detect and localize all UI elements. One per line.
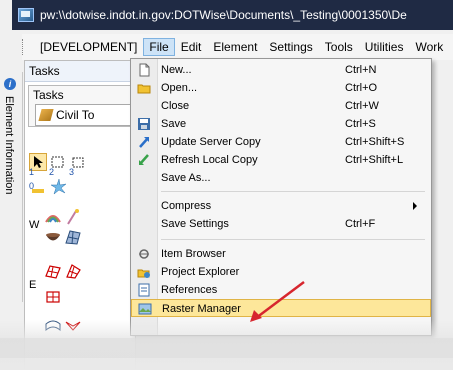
download-arrow-icon xyxy=(139,154,149,165)
menu-item-item-browser-label: Item Browser xyxy=(161,248,226,260)
spark-tool[interactable] xyxy=(49,177,67,195)
tool-label-3: 3 xyxy=(69,167,75,177)
menu-item-compress[interactable]: Compress xyxy=(131,197,431,215)
tasks-inner-group: Tasks Civil To xyxy=(28,85,134,127)
screenshot: pw:\\dotwise.indot.in.gov:DOTWise\Docume… xyxy=(0,0,453,370)
element-information-label: Element Information xyxy=(3,96,15,195)
info-icon: i xyxy=(4,78,16,90)
menu-item-close[interactable]: Close Ctrl+W xyxy=(131,97,431,115)
menu-tools[interactable]: Tools xyxy=(319,38,359,56)
menu-item-update-server-copy-shortcut: Ctrl+Shift+S xyxy=(345,136,405,148)
menu-separator xyxy=(161,239,425,240)
menu-utilities[interactable]: Utilities xyxy=(359,38,410,56)
menu-item-compress-label: Compress xyxy=(161,200,212,212)
raster-manager-icon xyxy=(138,303,152,315)
project-explorer-icon xyxy=(137,269,150,278)
civil-tools-icon xyxy=(38,109,54,121)
row-letter-w: W xyxy=(29,219,40,231)
bowl-tool[interactable] xyxy=(43,227,61,245)
menu-bar: [DEVELOPMENT] File Edit Element Settings… xyxy=(22,34,453,60)
tool-label-1: 1 xyxy=(29,167,35,177)
menu-item-references-label: References xyxy=(161,284,218,296)
menu-item-refresh-local-copy[interactable]: Refresh Local Copy Ctrl+Shift+L xyxy=(131,151,431,169)
menu-development[interactable]: [DEVELOPMENT] xyxy=(34,38,143,56)
menu-item-save-as-label: Save As... xyxy=(161,172,211,184)
menu-item-save-label: Save xyxy=(161,118,187,130)
toolbar-grip[interactable] xyxy=(22,39,26,55)
item-browser-icon xyxy=(139,249,149,259)
red-grid-tool-3[interactable] xyxy=(43,287,61,305)
menu-item-new[interactable]: New... Ctrl+N xyxy=(131,61,431,79)
civil-tools-tab[interactable]: Civil To xyxy=(35,104,131,126)
open-folder-icon xyxy=(137,84,151,94)
menu-item-update-server-copy-label: Update Server Copy xyxy=(161,136,261,148)
menu-item-open-shortcut: Ctrl+O xyxy=(345,82,378,94)
menu-item-item-browser[interactable]: Item Browser xyxy=(131,245,431,263)
menu-item-save[interactable]: Save Ctrl+S xyxy=(131,115,431,133)
menu-work[interactable]: Work xyxy=(409,38,449,56)
element-information-tab[interactable]: i Element Information xyxy=(0,72,23,302)
menu-item-close-label: Close xyxy=(161,100,190,112)
menu-item-open[interactable]: Open... Ctrl+O xyxy=(131,79,431,97)
window-title: pw:\\dotwise.indot.in.gov:DOTWise\Docume… xyxy=(40,8,407,22)
surface-tool[interactable] xyxy=(63,227,81,245)
menu-element[interactable]: Element xyxy=(207,38,263,56)
menu-item-refresh-local-copy-label: Refresh Local Copy xyxy=(161,154,258,166)
title-bar: pw:\\dotwise.indot.in.gov:DOTWise\Docume… xyxy=(12,0,453,30)
menu-item-save-settings-label: Save Settings xyxy=(161,218,229,230)
red-grid-tool-1[interactable] xyxy=(43,261,61,279)
menu-file[interactable]: File xyxy=(143,38,175,56)
menu-item-close-shortcut: Ctrl+W xyxy=(345,100,379,112)
upload-arrow-icon xyxy=(139,137,149,148)
menu-item-update-server-copy[interactable]: Update Server Copy Ctrl+Shift+S xyxy=(131,133,431,151)
menu-item-raster-manager-label: Raster Manager xyxy=(162,303,241,315)
menu-item-save-settings-shortcut: Ctrl+F xyxy=(345,218,376,230)
save-icon xyxy=(138,118,150,130)
menu-edit[interactable]: Edit xyxy=(175,38,208,56)
menu-item-new-label: New... xyxy=(161,64,192,76)
submenu-arrow-icon xyxy=(413,202,417,210)
civil-tools-label: Civil To xyxy=(56,108,95,122)
menu-item-open-label: Open... xyxy=(161,82,198,94)
tasks-panel-title: Tasks xyxy=(25,61,135,82)
menu-item-save-settings[interactable]: Save Settings Ctrl+F xyxy=(131,215,431,233)
row-letter-e: E xyxy=(29,279,37,291)
tasks-inner-title: Tasks xyxy=(33,88,64,102)
app-icon xyxy=(18,8,34,22)
brush-tool[interactable] xyxy=(63,207,81,225)
bottom-shadow xyxy=(0,338,453,358)
references-icon xyxy=(138,283,150,297)
menu-item-refresh-local-copy-shortcut: Ctrl+Shift+L xyxy=(345,154,404,166)
menu-item-save-shortcut: Ctrl+S xyxy=(345,118,376,130)
menu-item-new-shortcut: Ctrl+N xyxy=(345,64,377,76)
tool-label-0: 0 xyxy=(29,181,35,191)
red-grid-tool-2[interactable] xyxy=(63,261,81,279)
menu-item-save-as[interactable]: Save As... xyxy=(131,169,431,187)
rainbow-tool[interactable] xyxy=(43,207,61,225)
new-file-icon xyxy=(139,63,150,77)
menu-item-project-explorer-label: Project Explorer xyxy=(161,266,240,278)
menu-settings[interactable]: Settings xyxy=(263,38,318,56)
menu-separator xyxy=(161,191,425,192)
tool-label-2: 2 xyxy=(49,167,55,177)
